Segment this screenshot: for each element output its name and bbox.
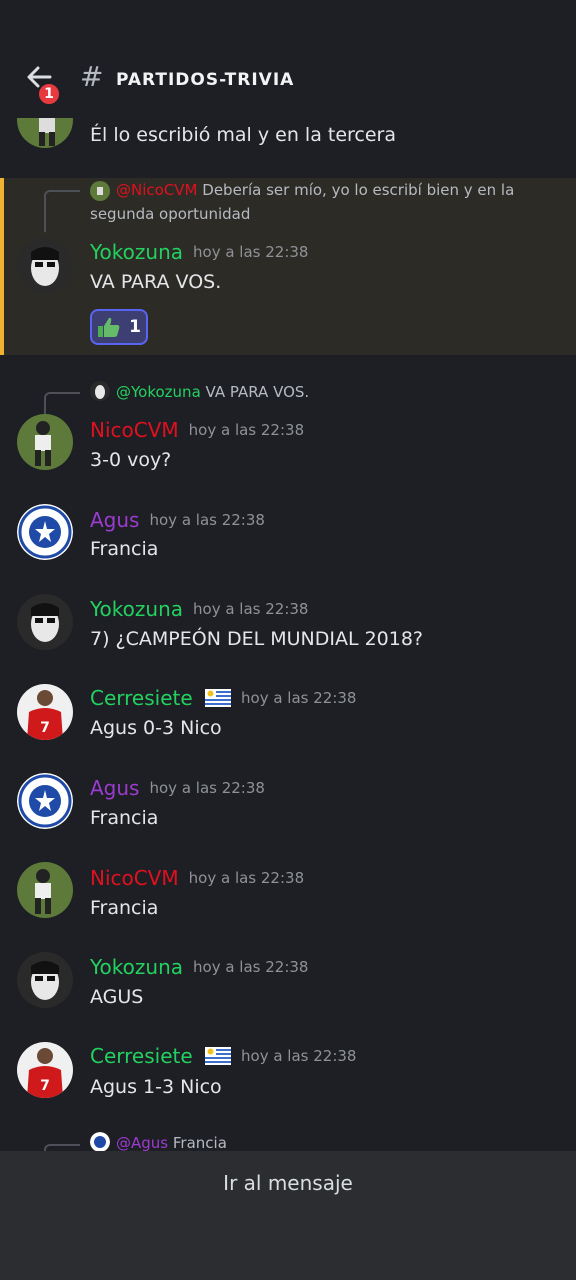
- timestamp: hoy a las 22:38: [149, 779, 265, 797]
- username[interactable]: Cerresiete hoy a las 22:38: [90, 1044, 356, 1068]
- reaction-count: 1: [129, 317, 141, 337]
- uruguay-flag-icon: [205, 1047, 232, 1065]
- username[interactable]: Yokozuna hoy a las 22:38: [90, 597, 308, 621]
- timestamp: hoy a las 22:38: [193, 243, 309, 261]
- reply-content: VA PARA VOS.: [205, 383, 310, 401]
- jump-bar: Ir al mensaje: [0, 1151, 576, 1280]
- message-content: Francia: [90, 538, 159, 560]
- message-content: 7) ¿CAMPEÓN DEL MUNDIAL 2018?: [90, 628, 424, 650]
- timestamp: hoy a las 22:38: [241, 689, 357, 707]
- svg-text:7: 7: [40, 1078, 50, 1094]
- reply-connector: [44, 190, 80, 232]
- username-text[interactable]: Yokozuna: [90, 597, 183, 621]
- username-text[interactable]: Agus: [90, 776, 139, 800]
- username[interactable]: NicoCVM hoy a las 22:38: [90, 866, 304, 890]
- username[interactable]: Cerresiete hoy a las 22:38: [90, 686, 356, 710]
- username-text[interactable]: Yokozuna: [90, 955, 183, 979]
- avatar-yokozuna[interactable]: [17, 238, 73, 294]
- reply-content: Francia: [172, 1134, 227, 1152]
- username[interactable]: NicoCVM hoy a las 22:38: [90, 418, 304, 442]
- avatar-yokozuna[interactable]: [17, 952, 73, 1008]
- avatar-agus[interactable]: [17, 773, 73, 829]
- uruguay-flag-icon: [205, 689, 232, 707]
- jump-to-message-button[interactable]: Ir al mensaje: [0, 1171, 576, 1195]
- message-content: Él lo escribió mal y en la tercera: [90, 124, 397, 146]
- reply-connector: [44, 392, 80, 414]
- username[interactable]: Yokozuna hoy a las 22:38: [90, 240, 308, 264]
- timestamp: hoy a las 22:38: [241, 1047, 357, 1065]
- hash-icon: #: [80, 60, 104, 93]
- avatar-nico[interactable]: [17, 862, 73, 918]
- thumbs-up-icon: [98, 317, 120, 337]
- message-content: Agus 1-3 Nico: [90, 1076, 222, 1098]
- svg-text:7: 7: [40, 720, 50, 736]
- reply-preview[interactable]: @Agus Francia: [116, 1131, 556, 1152]
- username[interactable]: Agus hoy a las 22:38: [90, 508, 265, 532]
- username-text[interactable]: NicoCVM: [90, 418, 179, 442]
- channel-title[interactable]: PARTIDOS-TRIVIA: [116, 70, 294, 90]
- reply-avatar-yokozuna: [90, 381, 110, 401]
- username-text[interactable]: Agus: [90, 508, 139, 532]
- avatar-agus[interactable]: [17, 504, 73, 560]
- message-content: Francia: [90, 897, 159, 919]
- timestamp: hoy a las 22:38: [188, 421, 305, 439]
- message-content: Agus 0-3 Nico: [90, 717, 222, 739]
- avatar-cerresiete[interactable]: 7: [17, 684, 73, 740]
- message-content: 3-0 voy?: [90, 449, 172, 471]
- reply-avatar-agus: [90, 1132, 110, 1152]
- avatar-yokozuna[interactable]: [17, 594, 73, 650]
- avatar-cerresiete[interactable]: 7: [17, 1042, 73, 1098]
- reply-username[interactable]: @Agus: [116, 1134, 168, 1152]
- avatar-nico[interactable]: [17, 414, 73, 470]
- message-content: VA PARA VOS.: [90, 271, 222, 293]
- timestamp: hoy a las 22:38: [149, 511, 265, 529]
- username-text[interactable]: Yokozuna: [90, 240, 183, 264]
- reaction-thumbs-up[interactable]: 1: [90, 309, 148, 345]
- timestamp: hoy a las 22:38: [193, 600, 309, 618]
- channel-header: 1 # PARTIDOS-TRIVIA: [0, 0, 576, 118]
- reply-preview[interactable]: @NicoCVM Debería ser mío, yo lo escribí …: [90, 178, 530, 226]
- reply-preview[interactable]: @Yokozuna VA PARA VOS.: [116, 380, 556, 404]
- notification-badge: 1: [37, 82, 61, 106]
- message-content: AGUS: [90, 986, 144, 1008]
- reply-username[interactable]: @NicoCVM: [116, 181, 198, 199]
- timestamp: hoy a las 22:38: [193, 958, 309, 976]
- username-text[interactable]: Cerresiete: [90, 1044, 193, 1068]
- timestamp: hoy a las 22:38: [188, 869, 305, 887]
- message-content: Francia: [90, 807, 159, 829]
- message-list: Él lo escribió mal y en la tercera @Nico…: [0, 0, 576, 1152]
- username-text[interactable]: NicoCVM: [90, 866, 179, 890]
- username[interactable]: Yokozuna hoy a las 22:38: [90, 955, 308, 979]
- reply-username[interactable]: @Yokozuna: [116, 383, 201, 401]
- username-text[interactable]: Cerresiete: [90, 686, 193, 710]
- username[interactable]: Agus hoy a las 22:38: [90, 776, 265, 800]
